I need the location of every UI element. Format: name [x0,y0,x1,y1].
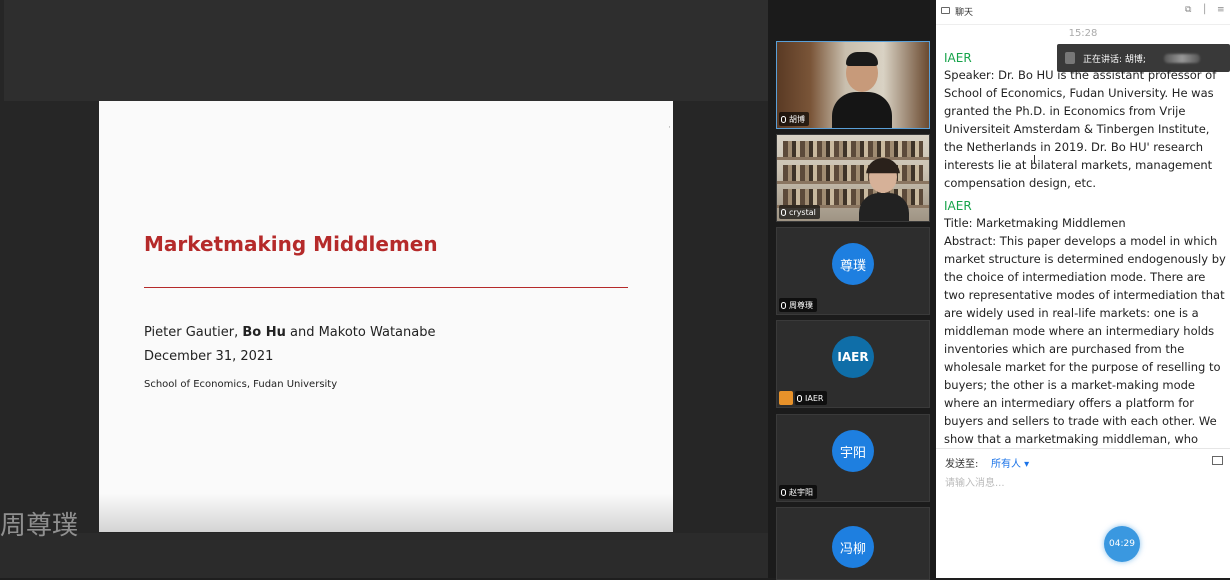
slide-authors: Pieter Gautier, Bo Hu and Makoto Watanab… [144,325,435,340]
chat-icon [941,7,950,14]
message-sender: IAER [944,199,972,213]
speaker-avatar-icon [1065,52,1075,64]
shared-screen-top-band [4,0,768,101]
mic-icon [797,394,802,402]
name-tag: crystal [779,205,820,219]
participant-name: 周尊璞 [789,300,813,310]
video-gallery: 胡博 crystal 尊璞 周尊璞 IAER IAER 宇阳 赵宇阳 冯柳 [768,0,936,580]
send-to-label: 发送至: [945,459,979,470]
speaking-label: 正在讲话: 胡博; [1083,54,1146,65]
avatar: 尊璞 [832,243,874,285]
slide-title: Marketmaking Middlemen [144,232,438,256]
person-silhouette [859,158,909,221]
message-text: Abstract: This paper develops a model in… [944,234,1226,446]
close-icon[interactable]: │ [1202,5,1207,15]
video-tile-fengliu[interactable]: 冯柳 [776,507,930,580]
slide-authors-bold: Bo Hu [242,325,286,340]
speaking-indicator: 正在讲话: 胡博; [1057,44,1230,72]
chat-input[interactable]: 请输入消息... [945,474,1215,489]
message-title: Title: Marketmaking Middlemen [944,216,1126,230]
slide-authors-post: and Makoto Watanabe [285,325,436,340]
participant-name: IAER [805,393,824,403]
mic-icon [781,488,786,496]
slide-corner-mark: · [668,123,671,133]
watermark-name: 周尊璞 [0,511,79,541]
host-icon [779,391,793,405]
message-text: Speaker: Dr. Bo HU is the assistant prof… [944,68,1217,190]
person-silhouette [832,52,892,128]
name-tag: 赵宇阳 [779,485,817,499]
avatar: 宇阳 [832,430,874,472]
video-tile-hubo[interactable]: 胡博 [776,41,930,129]
meeting-timer[interactable]: 04:29 [1104,526,1140,562]
slide-title-rule [144,287,628,288]
name-tag: IAER [795,391,828,405]
iaer-logo: IAER [832,336,874,378]
menu-icon[interactable]: ≡ [1217,5,1225,15]
slide-bottom-fade [99,494,673,532]
chat-panel: 聊天 ⧉ │ ≡ 15:28 IAER Speaker: Dr. Bo HU i… [936,0,1230,578]
shared-screen: · Marketmaking Middlemen Pieter Gautier,… [0,0,768,578]
mic-icon [781,301,786,309]
slide-institution: School of Economics, Fudan University [144,379,338,390]
mic-icon [781,115,786,123]
chat-timestamp: 15:28 [1068,28,1098,39]
name-tag: 周尊璞 [779,298,817,312]
chat-header: 聊天 ⧉ │ ≡ [936,0,1230,25]
slide-authors-pre: Pieter Gautier, [144,325,243,340]
mic-icon [781,208,786,216]
participant-name: crystal [789,207,816,217]
popout-icon[interactable]: ⧉ [1185,5,1191,15]
chat-messages[interactable]: IAER Speaker: Dr. Bo HU is the assistant… [944,50,1226,448]
presentation-slide: · Marketmaking Middlemen Pieter Gautier,… [99,101,673,532]
slide-date: December 31, 2021 [144,349,274,364]
chat-title: 聊天 [955,8,974,18]
compose-divider [936,448,1230,449]
text-cursor [1034,155,1035,164]
blurred-names [1163,53,1200,63]
name-tag: 胡博 [779,112,809,126]
participant-name: 胡博 [789,114,805,124]
video-tile-zhaoyuyang[interactable]: 宇阳 赵宇阳 [776,414,930,502]
participant-name: 赵宇阳 [789,487,813,497]
image-icon[interactable] [1212,456,1223,465]
video-tile-crystal[interactable]: crystal [776,134,930,222]
shared-screen-bottom-band [0,533,768,578]
video-tile-iaer[interactable]: IAER IAER [776,320,930,408]
avatar: 冯柳 [832,526,874,568]
video-tile-zhouzunpu[interactable]: 尊璞 周尊璞 [776,227,930,315]
send-to-dropdown[interactable]: 所有人 ▾ [991,455,1029,470]
